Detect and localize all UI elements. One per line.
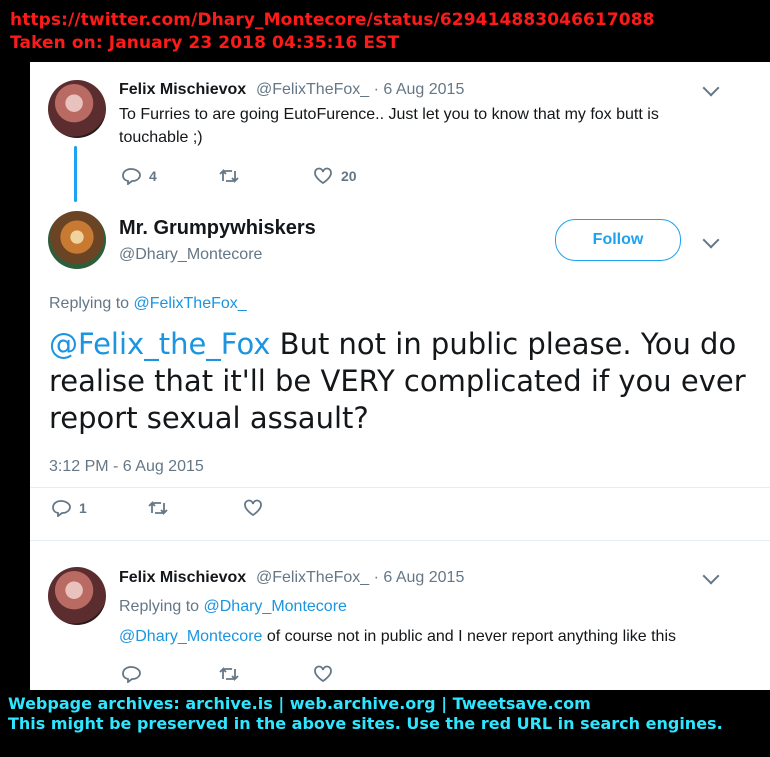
tweet-text: To Furries to are going EutoFurence.. Ju… [119, 106, 659, 146]
tweet-thread-card: Felix Mischievox @FelixTheFox_ · 6 Aug 2… [30, 62, 770, 690]
reply-count: 4 [149, 168, 157, 184]
avatar[interactable] [48, 80, 106, 138]
avatar[interactable] [48, 567, 106, 625]
archive-url: https://twitter.com/Dhary_Montecore/stat… [10, 10, 655, 30]
follow-button[interactable]: Follow [555, 219, 681, 261]
chevron-down-icon[interactable] [702, 567, 720, 585]
chevron-down-icon[interactable] [702, 231, 720, 249]
reply-button[interactable]: 1 [51, 499, 87, 517]
chevron-down-icon[interactable] [702, 79, 720, 97]
like-button[interactable] [313, 665, 333, 683]
replying-to: Replying to @FelixTheFox_ [49, 295, 247, 313]
retweet-button[interactable] [218, 167, 240, 185]
like-button[interactable] [243, 499, 263, 517]
divider [30, 487, 770, 488]
author-handle[interactable]: @Dhary_Montecore [119, 246, 262, 264]
retweet-button[interactable] [147, 499, 169, 517]
avatar[interactable] [48, 211, 106, 269]
reply-icon [122, 666, 141, 683]
author-handle-date[interactable]: @FelixTheFox_ · 6 Aug 2015 [256, 81, 464, 99]
heart-icon [244, 499, 262, 517]
author-name[interactable]: Mr. Grumpywhiskers [119, 217, 316, 240]
replying-to: Replying to @Dhary_Montecore [119, 598, 347, 616]
tweet-text: @Dhary_Montecore of course not in public… [119, 625, 759, 648]
archive-timestamp: Taken on: January 23 2018 04:35:16 EST [10, 33, 400, 53]
reply-button[interactable]: 4 [121, 167, 157, 185]
author-name[interactable]: Felix Mischievox [119, 569, 246, 587]
replying-to-link[interactable]: @Dhary_Montecore [204, 598, 347, 615]
retweet-button[interactable] [218, 665, 240, 683]
main-tweet-text: @Felix_the_Fox But not in public please.… [49, 326, 749, 437]
heart-icon [314, 167, 332, 185]
reply-icon [52, 500, 71, 517]
thread-line [74, 146, 77, 202]
reply-button[interactable] [121, 665, 141, 683]
heart-icon [314, 665, 332, 683]
retweet-icon [219, 666, 239, 682]
replying-to-label: Replying to [119, 598, 204, 615]
tweet-timestamp[interactable]: 3:12 PM - 6 Aug 2015 [49, 458, 204, 476]
mention-link[interactable]: @Felix_the_Fox [49, 327, 270, 361]
divider [30, 540, 770, 541]
replying-to-link[interactable]: @FelixTheFox_ [134, 295, 247, 312]
replying-to-label: Replying to [49, 295, 134, 312]
author-handle-date[interactable]: @FelixTheFox_ · 6 Aug 2015 [256, 569, 464, 587]
footer-line-archives: Webpage archives: archive.is | web.archi… [8, 694, 591, 713]
reply-count: 1 [79, 500, 87, 516]
footer-line-note: This might be preserved in the above sit… [8, 714, 723, 733]
reply-icon [122, 168, 141, 185]
author-name[interactable]: Felix Mischievox [119, 81, 246, 99]
retweet-icon [219, 168, 239, 184]
archive-footer: Webpage archives: archive.is | web.archi… [8, 694, 723, 734]
like-count: 20 [341, 168, 357, 184]
tweet-body: of course not in public and I never repo… [262, 628, 676, 645]
retweet-icon [148, 500, 168, 516]
mention-link[interactable]: @Dhary_Montecore [119, 628, 262, 645]
like-button[interactable]: 20 [313, 167, 357, 185]
